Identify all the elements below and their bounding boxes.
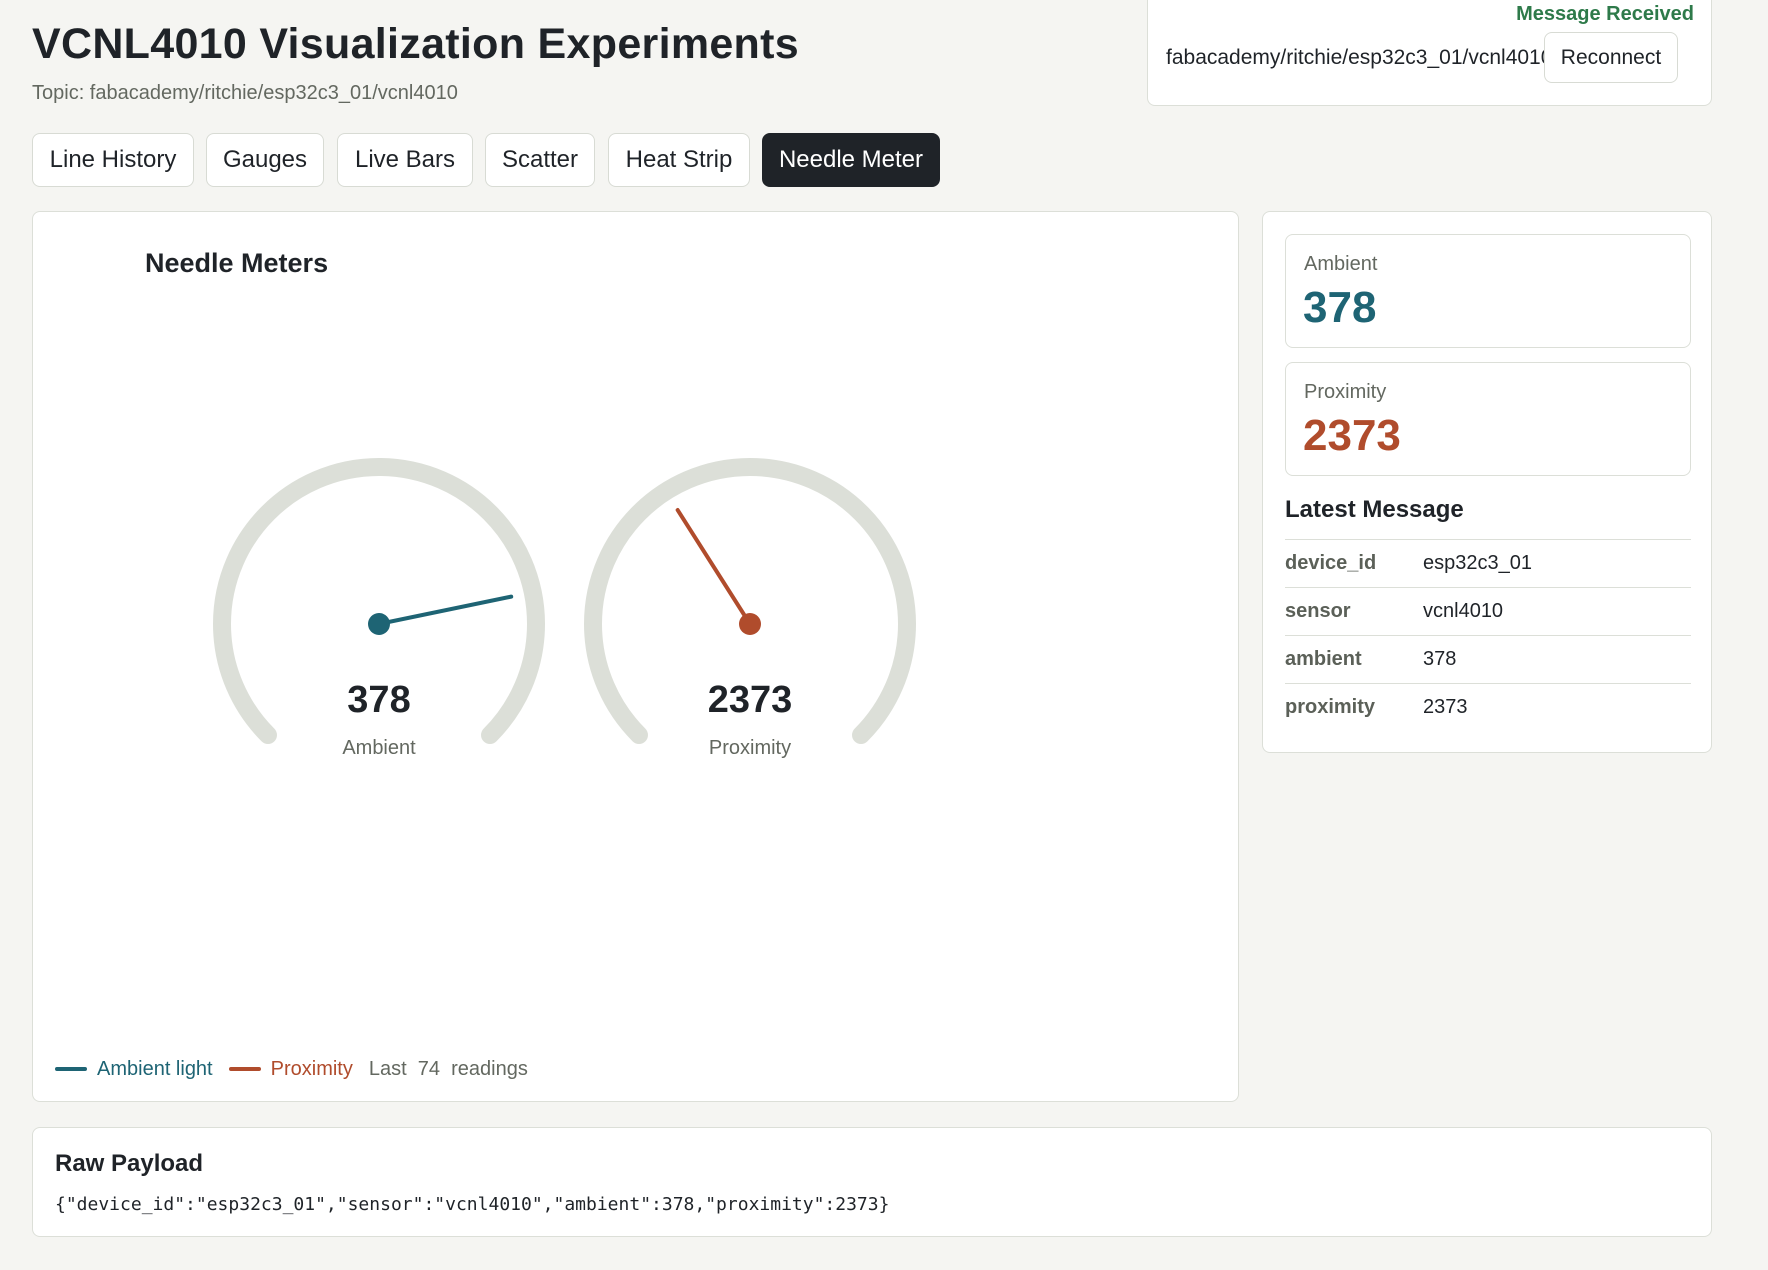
connection-status: Message Received <box>1516 3 1694 25</box>
legend-label-ambient: Ambient light <box>97 1057 213 1080</box>
tab-needle-meter[interactable]: Needle Meter <box>762 133 940 187</box>
ambient-gauge-value: 378 <box>347 679 410 721</box>
connection-topic: fabacademy/ritchie/esp32c3_01/vcnl4010 <box>1166 46 1553 69</box>
stat-value-ambient: 378 <box>1303 283 1377 332</box>
row-key: ambient <box>1285 648 1362 670</box>
connection-panel: Message Received fabacademy/ritchie/esp3… <box>1147 0 1712 106</box>
table-row: device_id esp32c3_01 <box>1285 539 1691 587</box>
row-value: 378 <box>1423 648 1457 670</box>
legend-item-ambient: Ambient light <box>55 1058 213 1081</box>
row-key: proximity <box>1285 696 1376 718</box>
latest-message-title: Latest Message <box>1285 496 1464 523</box>
row-value: esp32c3_01 <box>1423 552 1532 574</box>
stat-card-ambient: Ambient 378 <box>1285 234 1691 348</box>
needle-meters-chart: 378 Ambient 2373 Proximity <box>213 458 916 759</box>
row-key: device_id <box>1285 552 1377 574</box>
tab-line-history[interactable]: Line History <box>32 133 194 187</box>
proximity-gauge-needle <box>675 508 752 626</box>
table-row: ambient 378 <box>1285 635 1691 683</box>
row-value: 2373 <box>1423 696 1468 718</box>
latest-message-table: device_id esp32c3_01 sensor vcnl4010 amb… <box>1285 539 1691 731</box>
reconnect-button[interactable]: Reconnect <box>1544 32 1678 83</box>
ambient-gauge-needle <box>377 594 514 626</box>
proximity-gauge-hub <box>739 613 761 635</box>
readings-count: Last 74 readings <box>368 1057 528 1080</box>
tab-scatter[interactable]: Scatter <box>485 133 595 187</box>
ambient-gauge-hub <box>368 613 390 635</box>
tab-gauges[interactable]: Gauges <box>206 133 324 187</box>
ambient-gauge-label: Ambient <box>342 737 416 759</box>
stat-value-proximity: 2373 <box>1303 411 1401 460</box>
stat-label-proximity: Proximity <box>1304 381 1387 403</box>
tab-live-bars[interactable]: Live Bars <box>337 133 473 187</box>
table-row: sensor vcnl4010 <box>1285 587 1691 635</box>
legend-swatch-proximity <box>228 1067 261 1071</box>
side-panel: Ambient 378 Proximity 2373 Latest Messag… <box>1262 211 1712 753</box>
proximity-gauge-label: Proximity <box>709 737 791 759</box>
table-row: proximity 2373 <box>1285 683 1691 731</box>
raw-payload-text: {"device_id":"esp32c3_01","sensor":"vcnl… <box>55 1194 890 1215</box>
page-title: VCNL4010 Visualization Experiments <box>32 20 799 68</box>
chart-card: Needle Meters 378 Ambient 2373 Proximity… <box>32 211 1239 1102</box>
legend-swatch-ambient <box>55 1067 87 1071</box>
proximity-gauge: 2373 Proximity <box>584 458 916 759</box>
row-value: vcnl4010 <box>1423 600 1504 622</box>
ambient-gauge: 378 Ambient <box>213 458 545 759</box>
legend-item-proximity: Proximity <box>228 1057 353 1081</box>
row-key: sensor <box>1285 600 1351 622</box>
proximity-gauge-value: 2373 <box>708 679 793 721</box>
chart-legend: Ambient light Proximity Last 74 readings <box>55 1057 528 1081</box>
stat-card-proximity: Proximity 2373 <box>1285 362 1691 476</box>
tab-heat-strip[interactable]: Heat Strip <box>608 133 750 187</box>
raw-payload-card: Raw Payload {"device_id":"esp32c3_01","s… <box>32 1127 1712 1237</box>
legend-label-proximity: Proximity <box>270 1057 353 1080</box>
topic-label: Topic: fabacademy/ritchie/esp32c3_01/vcn… <box>32 82 458 104</box>
raw-payload-title: Raw Payload <box>55 1150 204 1177</box>
stat-label-ambient: Ambient <box>1304 253 1378 275</box>
